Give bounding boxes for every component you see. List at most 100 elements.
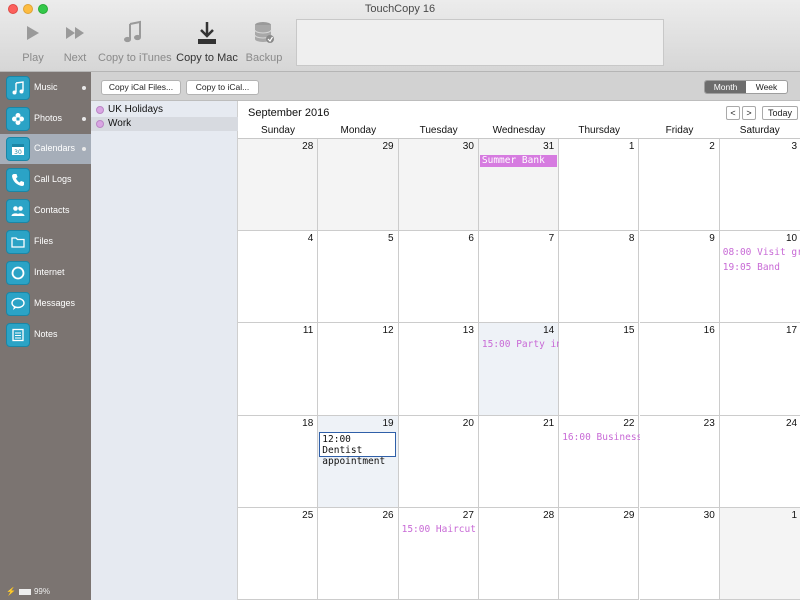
day-cell[interactable]: 1 — [559, 139, 640, 232]
day-number: 2 — [709, 141, 715, 152]
day-cell[interactable]: 28 — [238, 139, 319, 232]
day-cell[interactable]: 28 — [478, 507, 560, 600]
play-button[interactable]: Play — [14, 20, 52, 66]
day-cell[interactable]: 4 — [238, 231, 319, 324]
sidebar-item-files[interactable]: Files — [0, 227, 91, 257]
day-cell[interactable]: 29 — [559, 507, 640, 600]
day-number: 17 — [785, 325, 798, 337]
status-dot — [82, 117, 86, 121]
sidebar-item-label: Call Logs — [34, 174, 72, 184]
sidebar-item-photos[interactable]: Photos — [0, 104, 91, 134]
next-button[interactable]: Next — [58, 20, 92, 66]
day-cell[interactable]: 7 — [478, 231, 560, 324]
day-cell[interactable]: 24 — [719, 415, 800, 508]
day-cell[interactable]: 20 — [398, 415, 479, 508]
day-cell[interactable]: 31 Summer Bank — [478, 139, 560, 232]
phone-icon — [6, 168, 30, 192]
copy-ical-files-button[interactable]: Copy iCal Files... — [101, 80, 181, 95]
day-cell[interactable]: 19 12:00 Dentist appointment — [318, 415, 399, 508]
day-cell[interactable]: 30 — [398, 139, 479, 232]
sidebar-item-calendars[interactable]: 30 Calendars — [0, 134, 91, 164]
calendar-color-dot — [96, 120, 104, 128]
calendar-event[interactable]: 16:00 Business — [562, 432, 642, 443]
sidebar-item-call-logs[interactable]: Call Logs — [0, 165, 91, 195]
month-title: September 2016 — [248, 107, 330, 119]
day-cell[interactable]: 16 — [639, 323, 720, 416]
day-number: 30 — [703, 509, 715, 521]
day-cell[interactable]: 17 — [719, 323, 800, 416]
day-cell[interactable]: 12 — [318, 323, 399, 416]
month-view-button[interactable]: Month — [705, 81, 746, 93]
day-cell[interactable]: 5 — [318, 231, 399, 324]
weekday-label: Monday — [340, 125, 377, 136]
day-cell[interactable]: 22 16:00 Business — [559, 415, 642, 508]
copy-to-itunes-button[interactable]: Copy to iTunes — [98, 20, 172, 66]
day-cell[interactable]: 1 — [719, 507, 800, 600]
day-cell[interactable]: 10 08:00 Visit gran 19:05 Band — [719, 231, 800, 324]
day-cell[interactable]: 3 — [719, 139, 800, 232]
calendar-event[interactable]: 15:00 Party in — [482, 339, 562, 350]
copy-to-mac-button[interactable]: Copy to Mac — [176, 20, 238, 66]
calendar-name: UK Holidays — [108, 104, 164, 115]
calendar-item-uk-holidays[interactable]: UK Holidays — [91, 103, 238, 117]
title-bar: TouchCopy 16 Play Next Copy to iTunes Co… — [0, 0, 800, 72]
next-label: Next — [63, 52, 87, 64]
day-number: 14 — [543, 325, 555, 337]
sidebar-item-label: Internet — [34, 267, 65, 277]
sidebar-item-messages[interactable]: Messages — [0, 289, 91, 319]
sidebar-item-contacts[interactable]: Contacts — [0, 196, 91, 226]
day-number: 20 — [462, 417, 474, 429]
battery-icon — [18, 588, 31, 595]
day-number: 31 — [543, 141, 555, 152]
calendar-event[interactable]: 12:00 Dentist appointment — [319, 431, 397, 467]
day-cell[interactable]: 26 — [318, 507, 399, 600]
music-note-icon — [124, 20, 141, 43]
day-number: 1 — [628, 141, 635, 152]
sidebar-item-label: Music — [34, 82, 58, 92]
day-cell[interactable]: 25 — [238, 507, 319, 600]
day-number: 9 — [709, 233, 715, 245]
play-icon — [27, 26, 39, 40]
day-cell[interactable]: 30 — [639, 507, 720, 600]
day-cell[interactable]: 18 — [238, 415, 319, 508]
calendar-event[interactable]: 08:00 Visit gran — [723, 247, 800, 258]
copy-to-mac-label: Copy to Mac — [176, 52, 238, 64]
sidebar-item-label: Photos — [34, 113, 63, 123]
day-number: 6 — [468, 233, 474, 245]
day-cell[interactable]: 15 — [559, 323, 640, 416]
charging-icon: ⚡ — [6, 587, 16, 596]
day-cell[interactable]: 8 — [559, 231, 640, 324]
sidebar-item-label: Messages — [34, 298, 76, 308]
weekday-label: Thursday — [578, 125, 621, 136]
sidebar-item-music[interactable]: Music — [0, 73, 91, 103]
day-number: 8 — [628, 233, 635, 245]
day-cell[interactable]: 2 — [639, 139, 720, 232]
day-cell[interactable]: 21 — [478, 415, 560, 508]
calendar-item-work[interactable]: Work — [91, 117, 238, 131]
week-view-button[interactable]: Week — [746, 81, 787, 93]
day-cell[interactable]: 14 15:00 Party in — [478, 323, 562, 416]
copy-to-ical-button[interactable]: Copy to iCal... — [186, 80, 259, 95]
day-number: 1 — [791, 509, 798, 521]
calendar-event[interactable]: 19:05 Band — [723, 262, 780, 273]
next-month-button[interactable]: > — [742, 106, 756, 120]
weekday-label: Sunday — [261, 125, 295, 136]
day-cell[interactable]: 13 — [398, 323, 479, 416]
day-cell[interactable]: 27 15:00 Haircut — [398, 507, 479, 600]
sidebar-item-notes[interactable]: Notes — [0, 320, 91, 350]
calendar-event[interactable]: Summer Bank — [479, 155, 558, 167]
battery-indicator: ⚡ 99% — [6, 587, 50, 596]
day-cell[interactable]: 6 — [398, 231, 479, 324]
sidebar-item-internet[interactable]: Internet — [0, 258, 91, 288]
calendar-event[interactable]: 15:00 Haircut — [402, 524, 476, 535]
day-number: 4 — [307, 233, 314, 245]
backup-button[interactable]: Backup — [244, 20, 284, 66]
previous-month-button[interactable]: < — [726, 106, 740, 120]
people-icon — [6, 199, 30, 223]
day-cell[interactable]: 9 — [639, 231, 720, 324]
day-cell[interactable]: 11 — [238, 323, 319, 416]
play-label: Play — [22, 52, 44, 64]
day-cell[interactable]: 29 — [318, 139, 399, 232]
today-button[interactable]: Today — [762, 106, 798, 120]
day-cell[interactable]: 23 — [639, 415, 720, 508]
